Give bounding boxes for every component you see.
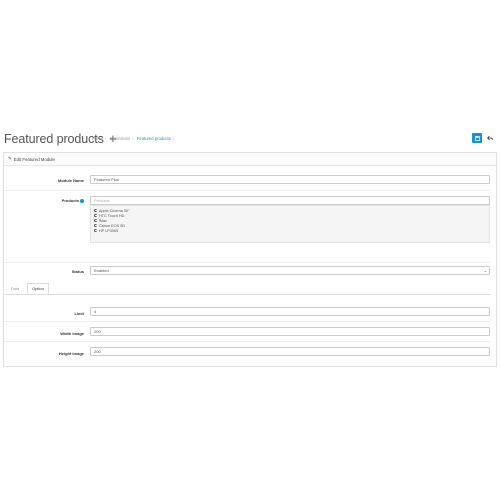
divider: [4, 321, 490, 322]
breadcrumb: Home › Extensions › Featured products ›: [92, 136, 175, 141]
limit-label: Limit: [74, 311, 84, 316]
product-name: HTC Touch HD: [98, 213, 125, 218]
panel-heading-text: Edit Featured Module: [13, 156, 55, 162]
module-name-label: Module Name: [57, 178, 84, 183]
width-image-label: Width Image: [60, 331, 84, 336]
reply-icon: [487, 135, 493, 141]
status-label: Status: [71, 269, 84, 274]
width-image-input[interactable]: 200: [90, 327, 490, 336]
divider: [4, 190, 490, 191]
breadcrumb-featured[interactable]: Featured products: [137, 136, 171, 141]
product-name: Apple Cinema 30": [98, 208, 130, 213]
chevron-down-icon: ⌄: [483, 268, 487, 273]
panel-heading: ✎ Edit Featured Module: [4, 153, 496, 166]
back-button[interactable]: [485, 133, 495, 143]
product-item: HP LP3065: [94, 228, 486, 233]
products-input[interactable]: Products: [90, 196, 490, 205]
product-name: HP LP3065: [98, 228, 119, 233]
status-select[interactable]: Enabled ⌄: [90, 266, 490, 275]
products-label: Products: [4, 198, 84, 203]
remove-icon[interactable]: [94, 213, 98, 218]
product-name: Canon EOS 5D: [98, 223, 126, 228]
height-image-input[interactable]: 200: [90, 347, 490, 356]
module-name-input[interactable]: Featured Plus: [90, 175, 490, 184]
info-icon: [80, 198, 84, 203]
tab-data[interactable]: Data: [5, 283, 25, 294]
products-list: Apple Cinema 30" HTC Touch HD iMac Canon…: [90, 205, 490, 243]
tab-option[interactable]: Option: [27, 283, 49, 294]
pencil-icon: ✎: [8, 156, 12, 161]
status-value: Enabled: [94, 268, 109, 273]
remove-icon[interactable]: [94, 208, 98, 213]
limit-input[interactable]: 4: [90, 307, 490, 316]
product-name: iMac: [98, 218, 107, 223]
divider: [4, 262, 490, 263]
divider: [4, 341, 490, 342]
remove-icon[interactable]: [94, 218, 98, 223]
tab-bar: Data Option: [5, 283, 490, 295]
products-label-text: Products: [61, 198, 79, 203]
save-icon: [474, 135, 480, 141]
remove-icon[interactable]: [94, 223, 98, 228]
page-header: Featured products + Home › Extensions › Fe…: [0, 127, 500, 150]
remove-icon[interactable]: [94, 228, 98, 233]
height-image-label: Height Image: [58, 351, 84, 356]
breadcrumb-extensions[interactable]: Extensions: [110, 136, 130, 141]
breadcrumb-home[interactable]: Home: [92, 136, 103, 141]
page-title-text: Featured products: [4, 132, 104, 146]
save-button[interactable]: [472, 133, 482, 143]
